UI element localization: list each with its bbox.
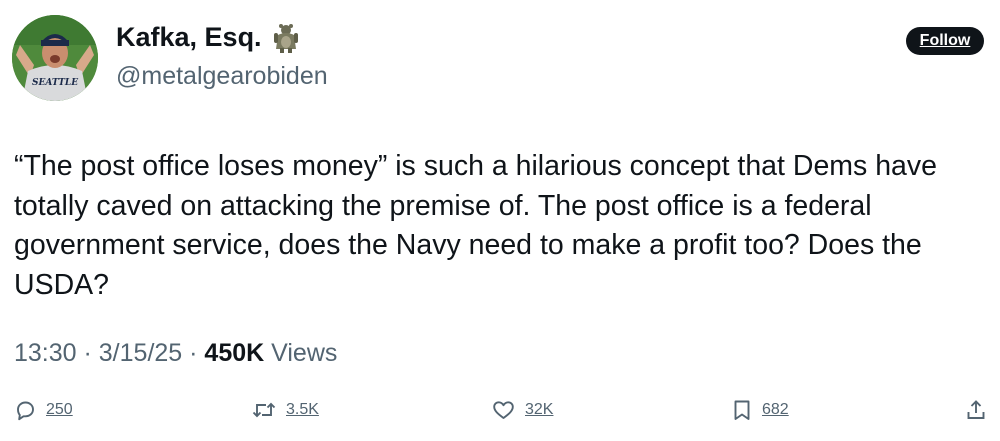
like-button[interactable]: 32K <box>491 392 553 428</box>
share-icon <box>967 400 985 419</box>
meta-separator: · <box>76 339 99 367</box>
avatar-image: SEATTLE <box>12 15 98 101</box>
repost-button[interactable]: 3.5K <box>251 392 319 428</box>
tweet-line: “The post office loses money” is such a … <box>14 150 938 182</box>
tweet-line: totally caved on attacking the premise o… <box>14 189 872 222</box>
like-count: 32K <box>525 401 554 418</box>
user-handle[interactable]: @metalgearobiden <box>116 62 328 91</box>
reply-icon <box>17 401 34 421</box>
tweet-meta: 13:30 · 3/15/25 · 450K Views <box>14 339 337 368</box>
avatar-jersey-text: SEATTLE <box>32 78 78 88</box>
repost-count: 3.5K <box>286 401 319 418</box>
action-bar: 250 3.5K 32K 682 <box>0 392 1000 428</box>
tweet-time[interactable]: 13:30 <box>14 339 77 367</box>
follow-button[interactable]: Follow <box>906 27 984 55</box>
reply-count: 250 <box>46 401 73 418</box>
repost-icon <box>252 402 276 418</box>
share-button[interactable] <box>964 392 988 428</box>
bookmark-icon <box>734 400 750 420</box>
hugging-teddy-figure-icon <box>272 23 300 53</box>
display-name-text: Kafka, Esq. <box>116 22 262 52</box>
tweet-line: government service, does the Navy need t… <box>14 229 922 261</box>
bookmark-button[interactable]: 682 <box>731 392 789 428</box>
tweet-text: “The post office loses money” is such a … <box>14 147 974 305</box>
bookmark-count: 682 <box>762 401 789 418</box>
views-label: Views <box>264 339 338 367</box>
views-count: 450K <box>204 339 265 367</box>
avatar[interactable]: SEATTLE <box>12 15 98 101</box>
heart-icon <box>493 401 514 419</box>
display-name[interactable]: Kafka, Esq. <box>116 22 300 53</box>
reply-button[interactable]: 250 <box>13 392 73 428</box>
meta-separator: · <box>182 339 205 367</box>
tweet-date[interactable]: 3/15/25 <box>99 339 182 367</box>
tweet-line: USDA? <box>14 268 110 301</box>
